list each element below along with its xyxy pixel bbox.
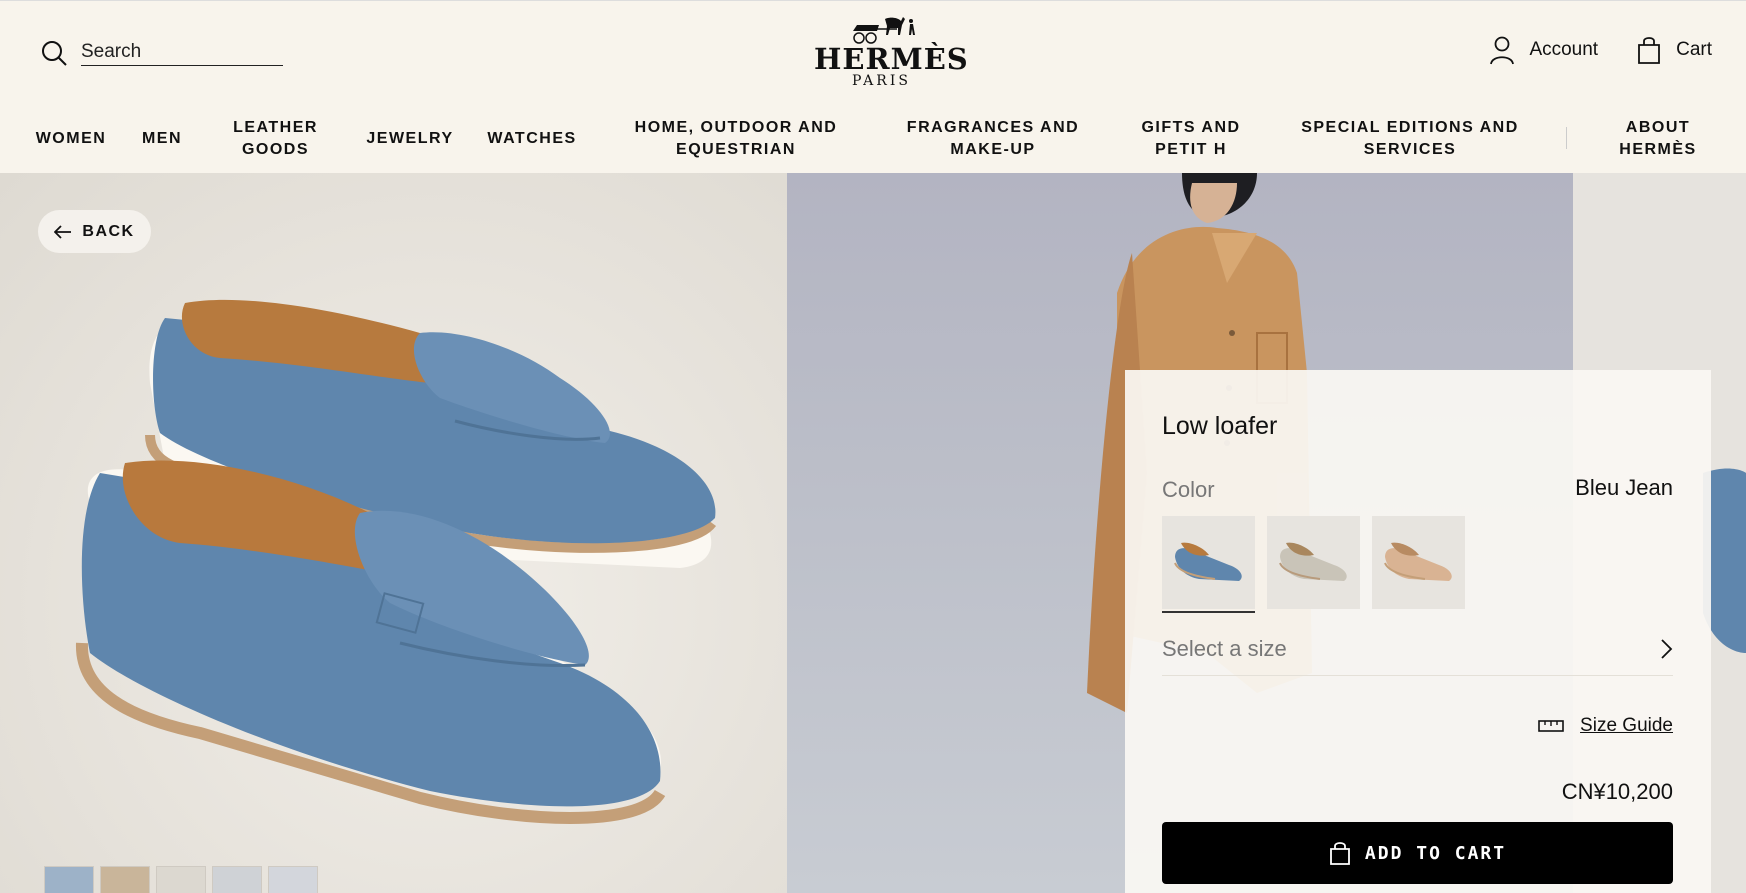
user-links: Account Cart — [1489, 35, 1712, 65]
nav-item-home-outdoor-equestrian[interactable]: HOME, OUTDOOR AND EQUESTRIAN — [616, 115, 856, 163]
search-bar[interactable]: Search — [40, 39, 283, 67]
thumbnail[interactable] — [100, 866, 150, 893]
cart-link[interactable]: Cart — [1636, 35, 1712, 65]
account-link[interactable]: Account — [1489, 35, 1598, 65]
logo-subtitle: PARIS — [852, 73, 911, 89]
nav-item-watches[interactable]: WATCHES — [482, 115, 582, 163]
thumbnail[interactable] — [268, 866, 318, 893]
nav-item-fragrances-makeup[interactable]: FRAGRANCES AND MAKE-UP — [895, 115, 1091, 163]
nav-item-leather-goods[interactable]: LEATHER GOODS — [218, 115, 333, 163]
size-guide-label: Size Guide — [1580, 715, 1673, 736]
hermes-logo[interactable]: HERMÈS PARIS — [814, 11, 969, 89]
add-to-cart-button[interactable]: ADD TO CART — [1162, 822, 1673, 884]
product-details-panel: Low loafer Color Bleu Jean Select a size… — [1125, 370, 1711, 893]
swatch-bleu-jean[interactable] — [1162, 516, 1255, 613]
user-icon — [1490, 36, 1515, 65]
thumbnail[interactable] — [44, 866, 94, 893]
nav-item-gifts-petit-h[interactable]: GIFTS AND PETIT H — [1131, 115, 1251, 163]
thumbnail-strip — [44, 866, 318, 893]
color-label: Color — [1162, 477, 1215, 502]
shopping-bag-icon — [1638, 37, 1660, 64]
product-price: CN¥10,200 — [1561, 779, 1673, 804]
nav-item-special-editions[interactable]: SPECIAL EDITIONS AND SERVICES — [1290, 115, 1530, 163]
selected-color-name: Bleu Jean — [1575, 475, 1673, 500]
loafer-swatch-icon — [1278, 542, 1347, 581]
loafers-illustration — [75, 299, 717, 824]
chevron-right-icon — [1661, 638, 1673, 659]
product-title: Low loafer — [1162, 412, 1278, 440]
thumbnail[interactable] — [212, 866, 262, 893]
thumbnail[interactable] — [156, 866, 206, 893]
nav-divider — [1566, 127, 1567, 149]
logo-wordmark: HERMÈS — [814, 42, 969, 76]
gallery-image-loafers[interactable] — [0, 173, 787, 893]
account-label: Account — [1529, 39, 1599, 60]
cart-label: Cart — [1676, 39, 1712, 60]
add-to-cart-label: ADD TO CART — [1364, 842, 1507, 864]
site-header: Search HERMÈS PARIS Account Cart WOMEN M… — [0, 0, 1746, 173]
arrow-left-icon — [54, 224, 72, 239]
nav-item-jewelry[interactable]: JEWELRY — [362, 115, 458, 163]
shopping-bag-icon — [1329, 842, 1350, 865]
size-selector[interactable]: Select a size — [1162, 622, 1673, 676]
swatch-tan[interactable] — [1372, 516, 1465, 609]
color-swatches — [1162, 516, 1465, 613]
swatch-beige[interactable] — [1267, 516, 1360, 609]
back-label: BACK — [82, 222, 135, 240]
ruler-icon — [1538, 720, 1564, 732]
nav-item-men[interactable]: MEN — [134, 115, 190, 163]
loafer-swatch-icon — [1383, 542, 1452, 581]
nav-item-about-hermes[interactable]: ABOUT HERMÈS — [1598, 115, 1718, 163]
search-icon — [42, 41, 67, 66]
loafer-swatch-icon — [1173, 542, 1242, 581]
carriage-logo-icon — [852, 17, 915, 44]
back-button[interactable]: BACK — [38, 210, 151, 253]
size-placeholder: Select a size — [1162, 635, 1287, 661]
main-nav: WOMEN MEN LEATHER GOODS JEWELRY WATCHES … — [0, 115, 1746, 163]
size-guide-link[interactable]: Size Guide — [1538, 715, 1673, 737]
search-input[interactable]: Search — [81, 41, 283, 66]
nav-item-women[interactable]: WOMEN — [30, 115, 112, 163]
